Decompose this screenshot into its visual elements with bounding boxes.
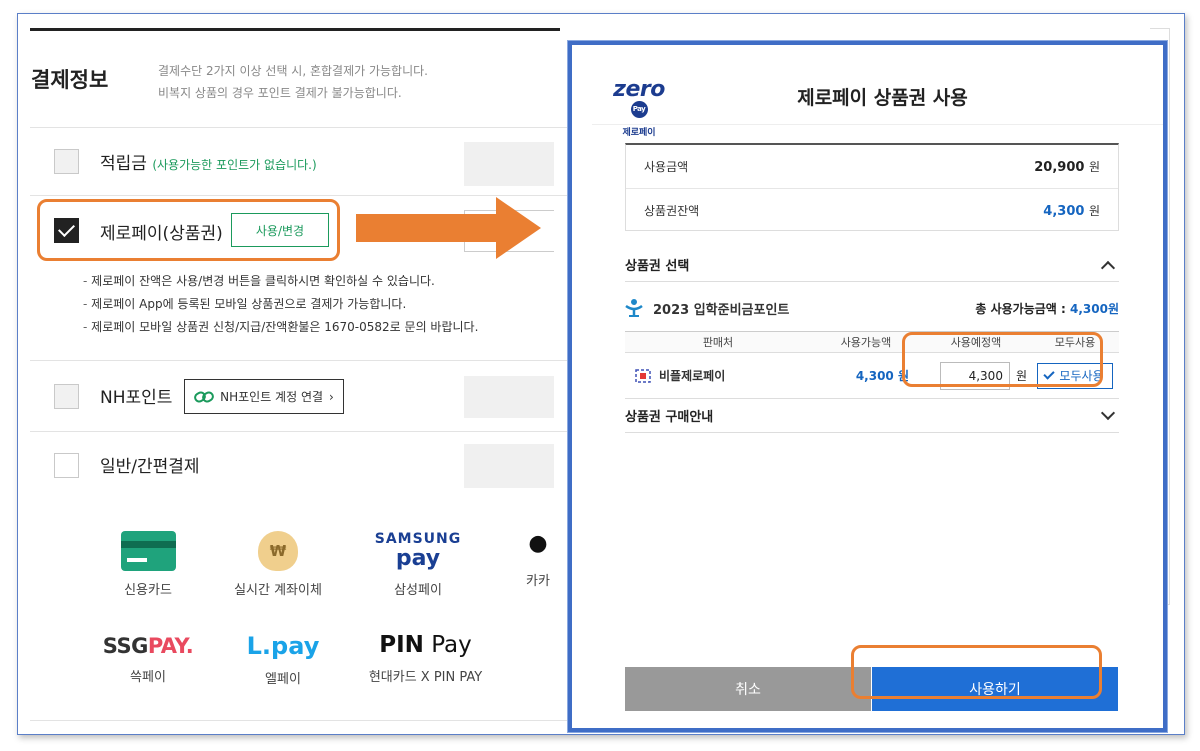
pin-logo-a: PIN — [379, 632, 424, 658]
zeropay-change-button[interactable]: 사용/변경 — [231, 213, 329, 247]
total-label: 총 사용가능금액 : — [975, 301, 1070, 316]
points-amount-box — [464, 142, 554, 186]
nh-point-checkbox[interactable] — [54, 384, 79, 409]
desc-line-2: 비복지 상품의 경우 포인트 결제가 불가능합니다. — [158, 86, 402, 100]
chevron-right-icon: › — [329, 389, 334, 404]
voucher-select-header[interactable]: 상품권 선택 — [625, 248, 1119, 282]
chevron-down-icon[interactable] — [1100, 405, 1116, 420]
balance-label: 상품권잔액 — [644, 203, 700, 218]
unit: 원 — [1088, 160, 1100, 174]
modal-title: 제로페이 상품권 사용 — [797, 87, 968, 109]
method-label: 실시간 계좌이체 — [234, 583, 322, 598]
method-l-pay[interactable]: L.pay 엘페이 — [233, 632, 333, 687]
unit: 원 — [1088, 203, 1100, 218]
zeropay-label: 제로페이(상품권) — [100, 224, 223, 244]
method-label: 신용카드 — [124, 583, 172, 598]
points-checkbox[interactable] — [54, 149, 79, 174]
points-note: (사용가능한 포인트가 없습니다.) — [152, 158, 317, 172]
general-pay-label: 일반/간편결제 — [100, 457, 200, 477]
desc-line-1: 결제수단 2가지 이상 선택 시, 혼합결제가 가능합니다. — [158, 64, 428, 78]
note-item: 제로페이 모바일 상품권 신청/지급/잔액환불은 1670-0582로 문의 바… — [83, 316, 478, 339]
voucher-org-icon — [625, 299, 643, 317]
pin-pay-logo: PIN Pay — [358, 632, 493, 658]
highlight-amount — [902, 332, 1103, 387]
zeropay-notes: 제로페이 잔액은 사용/변경 버튼을 클릭하시면 확인하실 수 있습니다. 제로… — [83, 270, 478, 339]
chevron-up-icon[interactable] — [1100, 260, 1116, 275]
method-samsung-pay[interactable]: SAMSUNG pay 삼성페이 — [363, 531, 473, 598]
method-pin-pay[interactable]: PIN Pay 현대카드 X PIN PAY — [358, 632, 493, 685]
voucher-guide-header[interactable]: 상품권 구매안내 — [625, 399, 1119, 433]
link-icon — [194, 391, 214, 402]
highlight-use-button — [851, 645, 1102, 699]
method-label: 엘페이 — [265, 672, 301, 687]
nh-amount-box — [464, 376, 554, 418]
total-value: 4,300원 — [1070, 301, 1119, 316]
pin-logo-b: Pay — [423, 632, 472, 658]
use-amount-row: 사용금액 20,900 원 — [626, 145, 1118, 188]
general-pay-checkbox[interactable] — [54, 453, 79, 478]
balance-row: 상품권잔액 4,300 원 — [626, 188, 1118, 231]
ssg-logo-a: SSG — [102, 634, 149, 658]
l-pay-logo: L.pay — [246, 632, 320, 660]
seller-name: 비플제로페이 — [659, 369, 726, 383]
method-ssg-pay[interactable]: SSGPAY. 쓱페이 — [93, 634, 203, 685]
method-kakao-pay[interactable]: ● 카카 — [508, 531, 568, 589]
payment-description: 결제수단 2가지 이상 선택 시, 혼합결제가 가능합니다. 비복지 상품의 경… — [158, 60, 428, 104]
voucher-guide-title: 상품권 구매안내 — [625, 410, 714, 425]
top-divider — [30, 28, 560, 31]
balance-value: 4,300 — [1043, 203, 1085, 219]
general-amount-box — [464, 444, 554, 488]
method-label: 쓱페이 — [130, 670, 166, 685]
method-label: 카카 — [526, 574, 550, 589]
points-row: 적립금 (사용가능한 포인트가 없습니다.) — [100, 149, 317, 174]
ssg-logo-b: PAY. — [147, 634, 194, 658]
zeropay-checkbox[interactable] — [54, 218, 79, 243]
arrow-icon — [356, 197, 541, 259]
screenshot-frame: 결제정보 결제수단 2가지 이상 선택 시, 혼합결제가 가능합니다. 비복지 … — [17, 13, 1185, 735]
th-seller: 판매처 — [702, 336, 734, 349]
payment-title: 결제정보 — [31, 68, 109, 92]
samsung-pay-logo: SAMSUNG pay — [363, 531, 473, 571]
samsung-logo-bottom: pay — [395, 546, 441, 571]
method-label: 삼성페이 — [394, 583, 442, 598]
use-amount-label: 사용금액 — [644, 160, 689, 174]
points-label: 적립금 — [100, 154, 147, 174]
method-credit-card[interactable]: 신용카드 — [108, 531, 188, 598]
seller-icon — [635, 368, 651, 383]
samsung-logo-top: SAMSUNG — [374, 531, 462, 547]
note-item: 제로페이 App에 등록된 모바일 상품권으로 결제가 가능합니다. — [83, 293, 478, 316]
note-item: 제로페이 잔액은 사용/변경 버튼을 클릭하시면 확인하실 수 있습니다. — [83, 270, 478, 293]
kakao-pay-logo: ● — [528, 531, 548, 556]
use-amount-value: 20,900 — [1034, 160, 1085, 175]
summary-table: 사용금액 20,900 원 상품권잔액 4,300 원 — [625, 143, 1119, 231]
voucher-item: 2023 입학준비금포인트 총 사용가능금액 : 4,300원 — [625, 287, 1119, 329]
nh-connect-button[interactable]: NH포인트 계정 연결 › — [184, 379, 344, 414]
method-bank-transfer[interactable]: ₩ 실시간 계좌이체 — [218, 531, 338, 598]
voucher-select-title: 상품권 선택 — [625, 259, 690, 274]
cancel-button[interactable]: 취소 — [625, 667, 871, 711]
zero-logo-sub: 제로페이 — [622, 128, 656, 138]
money-bag-icon: ₩ — [258, 531, 298, 571]
nh-connect-label: NH포인트 계정 연결 — [220, 390, 324, 404]
nh-point-label: NH포인트 — [100, 388, 173, 408]
method-label: 현대카드 X PIN PAY — [368, 670, 483, 685]
credit-card-icon — [120, 531, 176, 571]
voucher-name: 2023 입학준비금포인트 — [653, 302, 790, 318]
ssg-pay-logo: SSGPAY. — [93, 634, 203, 658]
